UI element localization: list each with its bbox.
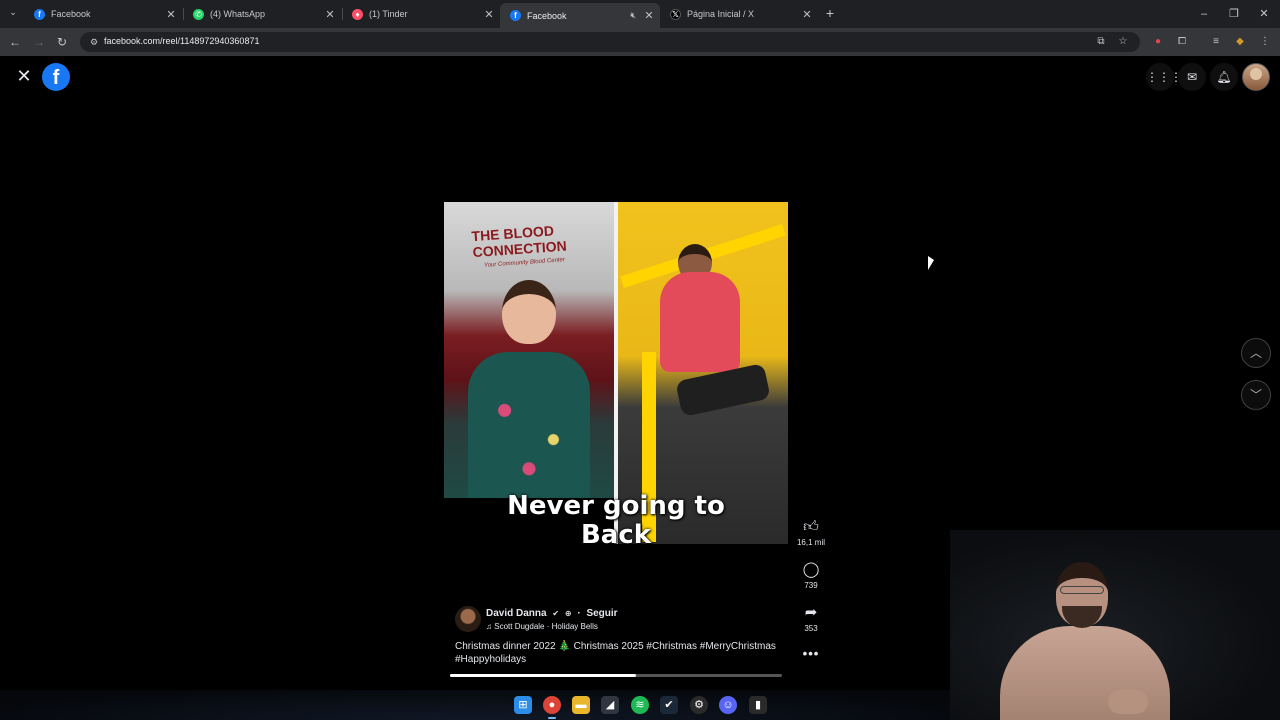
- share-count: 353: [804, 624, 818, 633]
- next-reel-chevron-down-icon[interactable]: ﹀: [1241, 380, 1271, 410]
- speaker-icon[interactable]: 🔇︎: [630, 10, 636, 21]
- previous-reel-chevron-up-icon[interactable]: ︿: [1241, 338, 1271, 368]
- windows-start-icon[interactable]: ⊞: [514, 696, 532, 714]
- tab-tinder[interactable]: ♦ (1) Tinder ✕: [342, 4, 500, 24]
- tab-title: Facebook: [51, 9, 91, 19]
- tab-whatsapp[interactable]: ✆ (4) WhatsApp ✕: [183, 4, 341, 24]
- bookmark-star-icon[interactable]: ☆: [1116, 35, 1130, 49]
- close-icon[interactable]: ✕: [800, 8, 814, 21]
- comment-bubble-icon: ◯: [802, 561, 820, 578]
- profile-extension-icon[interactable]: ◆: [1232, 34, 1248, 50]
- share-arrow-icon: ➦: [804, 604, 818, 621]
- like-count: 16,1 mil: [796, 538, 825, 547]
- tab-title: (1) Tinder: [369, 9, 408, 19]
- messenger-icon[interactable]: ✉: [1178, 63, 1206, 91]
- mouse-cursor-icon: [928, 256, 934, 270]
- notifications-bell-icon[interactable]: 🔔︎: [1210, 63, 1238, 91]
- video-progress-bar[interactable]: [450, 674, 782, 677]
- video-banner-subtext: Your Community Blood Center: [483, 257, 566, 269]
- forward-icon[interactable]: →: [31, 34, 47, 50]
- tab-facebook-1[interactable]: f Facebook ✕: [24, 4, 182, 24]
- thumbs-up-icon: 👍︎: [803, 518, 819, 535]
- tab-title: Página Inicial / X: [687, 9, 755, 19]
- tab-search-icon[interactable]: ⌄: [5, 7, 21, 21]
- reel-description: Christmas dinner 2022 🎄 Christmas 2025 #…: [455, 641, 776, 665]
- back-icon[interactable]: ←: [7, 34, 23, 50]
- tab-x[interactable]: 𝕏 Página Inicial / X ✕: [660, 4, 818, 24]
- comment-count: 739: [804, 581, 818, 590]
- person-image: [502, 280, 556, 344]
- menu-grid-icon[interactable]: ⋮⋮⋮: [1146, 63, 1182, 91]
- close-icon[interactable]: ✕: [482, 8, 496, 21]
- music-note-icon: ♫: [486, 622, 492, 631]
- chrome-icon[interactable]: ●: [543, 696, 561, 719]
- caption-line: Back: [580, 520, 652, 550]
- whatsapp-icon: ✆: [193, 8, 204, 20]
- caption-line: Never going to: [507, 491, 725, 521]
- app-icon[interactable]: ▮: [749, 696, 767, 714]
- tab-title: Facebook: [527, 10, 567, 21]
- settings-icon[interactable]: ⚙: [690, 696, 708, 714]
- person-image: [468, 352, 590, 498]
- author-name[interactable]: David Danna: [486, 608, 547, 619]
- facebook-icon: f: [510, 10, 521, 21]
- steam-icon[interactable]: ✔: [660, 696, 678, 714]
- author-avatar[interactable]: [455, 606, 481, 632]
- spotify-icon[interactable]: ≋: [631, 696, 649, 714]
- browser-tab-bar: ⌄ f Facebook ✕ ✆ (4) WhatsApp ✕ ♦ (1) Ti…: [0, 0, 1280, 28]
- close-icon[interactable]: ✕: [323, 8, 337, 21]
- video-caption-overlay: Never going to Back: [444, 492, 788, 550]
- video-before-frame: THE BLOOD CONNECTION Your Community Bloo…: [444, 202, 614, 498]
- comment-button[interactable]: ◯ 739: [794, 561, 828, 590]
- tinder-icon: ♦: [352, 8, 363, 20]
- profile-avatar[interactable]: [1242, 63, 1270, 91]
- facebook-logo[interactable]: f: [42, 63, 70, 91]
- site-info-icon[interactable]: ⚙: [88, 36, 100, 48]
- close-window-icon[interactable]: ✕: [1254, 6, 1274, 22]
- file-explorer-icon[interactable]: ▬: [572, 696, 590, 714]
- x-icon: 𝕏: [670, 8, 681, 20]
- extension-icon[interactable]: ●: [1150, 34, 1166, 50]
- reload-icon[interactable]: ↻: [54, 34, 70, 50]
- browser-toolbar: ← → ↻ ⚙ facebook.com/reel/11489729403608…: [0, 28, 1280, 56]
- restore-icon[interactable]: ❐: [1224, 6, 1244, 22]
- media-controls-icon[interactable]: ≡: [1208, 34, 1224, 50]
- music-title: Scott Dugdale · Holiday Bells: [494, 622, 598, 631]
- verified-badge-icon: ✔: [552, 609, 560, 618]
- more-options-icon[interactable]: •••: [800, 646, 822, 662]
- music-line[interactable]: ♫ Scott Dugdale · Holiday Bells: [486, 622, 598, 631]
- new-tab-button[interactable]: +: [822, 5, 838, 21]
- minimize-icon[interactable]: –: [1194, 6, 1214, 22]
- tab-title: (4) WhatsApp: [210, 9, 266, 19]
- webcam-overlay: [950, 530, 1280, 720]
- like-button[interactable]: 👍︎ 16,1 mil: [794, 518, 828, 547]
- address-bar[interactable]: ⚙ facebook.com/reel/1148972940360871 ⧉ ☆: [80, 32, 1140, 52]
- author-line: David Danna ✔ ⊕ · Seguir: [486, 608, 618, 619]
- extensions-puzzle-icon[interactable]: ⧠: [1174, 34, 1190, 50]
- video-banner-text: THE BLOOD CONNECTION: [471, 222, 568, 261]
- url-text[interactable]: facebook.com/reel/1148972940360871: [104, 36, 259, 46]
- tab-facebook-active[interactable]: f Facebook 🔇︎ ✕: [500, 3, 660, 28]
- app-icon[interactable]: ◢: [601, 696, 619, 714]
- menu-kebab-icon[interactable]: ⋮: [1257, 34, 1273, 50]
- close-icon[interactable]: ✕: [164, 8, 178, 21]
- facebook-icon: f: [34, 8, 45, 20]
- follow-button[interactable]: Seguir: [586, 608, 617, 619]
- globe-icon: ⊕: [564, 609, 572, 618]
- discord-icon[interactable]: ☺: [719, 696, 737, 714]
- close-icon[interactable]: ✕: [642, 9, 656, 22]
- taskbar: ⊞ ● ▬ ◢ ≋ ✔ ⚙ ☺ ▮: [0, 690, 950, 720]
- close-icon[interactable]: ✕: [14, 66, 34, 86]
- install-app-icon[interactable]: ⧉: [1094, 35, 1108, 49]
- video-progress-fill: [450, 674, 636, 677]
- share-button[interactable]: ➦ 353: [794, 604, 828, 633]
